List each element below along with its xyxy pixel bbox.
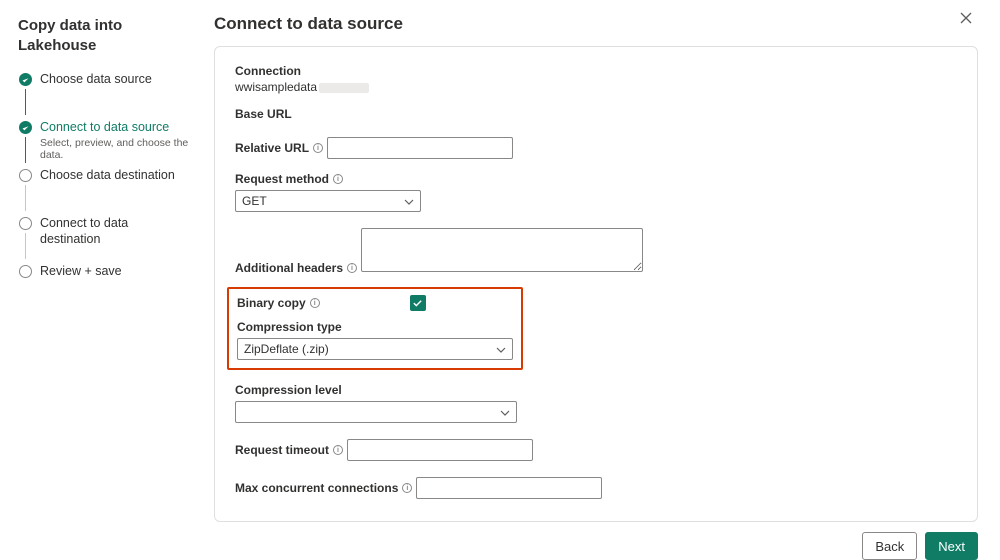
relative-url-field: Relative URL i — [235, 133, 957, 159]
binary-copy-field: Binary copy i — [237, 295, 513, 311]
step-review-save[interactable]: Review + save — [18, 263, 190, 307]
step-choose-data-destination[interactable]: Choose data destination — [18, 167, 190, 211]
circle-icon — [19, 169, 32, 182]
binary-copy-label: Binary copy i — [237, 296, 320, 310]
info-icon[interactable]: i — [310, 298, 320, 308]
request-timeout-input[interactable] — [347, 439, 533, 461]
request-timeout-label: Request timeout i — [235, 443, 343, 457]
relative-url-input[interactable] — [327, 137, 513, 159]
connection-field: Connection wwisampledata — [235, 63, 957, 94]
max-concurrent-label: Max concurrent connections i — [235, 481, 412, 495]
chevron-down-icon — [496, 344, 506, 354]
main-pane: Connect to data source Connection wwisam… — [200, 0, 1000, 559]
binary-copy-checkbox[interactable] — [410, 295, 426, 311]
compression-type-select[interactable]: ZipDeflate (.zip) — [237, 338, 513, 360]
compression-level-field: Compression level — [235, 382, 957, 423]
page-title: Connect to data source — [214, 14, 978, 34]
info-icon[interactable]: i — [402, 483, 412, 493]
wizard-sidebar: Copy data into Lakehouse Choose data sou… — [0, 0, 200, 559]
compression-level-label: Compression level — [235, 383, 342, 397]
max-concurrent-field: Max concurrent connections i — [235, 473, 957, 499]
base-url-label: Base URL — [235, 107, 292, 121]
step-label: Choose data source — [40, 71, 190, 87]
masked-text-icon — [319, 83, 369, 93]
base-url-field: Base URL — [235, 106, 957, 121]
request-method-value: GET — [242, 194, 267, 208]
additional-headers-input[interactable] — [361, 228, 643, 272]
step-connect-to-data-source[interactable]: Connect to data source Select, preview, … — [18, 119, 190, 163]
info-icon[interactable]: i — [313, 143, 323, 153]
step-desc: Select, preview, and choose the data. — [40, 137, 190, 161]
connection-value: wwisampledata — [235, 80, 957, 94]
wizard-footer: Back Next — [214, 522, 978, 560]
wizard-title: Copy data into Lakehouse — [18, 16, 190, 57]
additional-headers-field: Additional headers i — [235, 224, 957, 275]
chevron-down-icon — [404, 196, 414, 206]
circle-icon — [19, 265, 32, 278]
request-timeout-field: Request timeout i — [235, 435, 957, 461]
connection-label: Connection — [235, 64, 301, 78]
info-icon[interactable]: i — [333, 445, 343, 455]
highlight-annotation: Binary copy i Compression type ZipDeflat… — [227, 287, 523, 370]
relative-url-label: Relative URL i — [235, 141, 323, 155]
checkmark-icon — [19, 73, 32, 86]
next-button[interactable]: Next — [925, 532, 978, 560]
request-method-select[interactable]: GET — [235, 190, 421, 212]
checkmark-icon — [19, 121, 32, 134]
compression-type-value: ZipDeflate (.zip) — [244, 342, 329, 356]
close-icon[interactable] — [958, 10, 974, 26]
compression-level-select[interactable] — [235, 401, 517, 423]
step-list: Choose data source Connect to data sourc… — [18, 71, 190, 307]
step-choose-data-source[interactable]: Choose data source — [18, 71, 190, 115]
compression-type-label: Compression type — [237, 320, 342, 334]
info-icon[interactable]: i — [333, 174, 343, 184]
step-label: Connect to data source — [40, 119, 190, 135]
info-icon[interactable]: i — [347, 263, 357, 273]
circle-icon — [19, 217, 32, 230]
compression-type-field: Compression type ZipDeflate (.zip) — [237, 319, 513, 360]
max-concurrent-input[interactable] — [416, 477, 602, 499]
chevron-down-icon — [500, 407, 510, 417]
step-label: Connect to data destination — [40, 215, 190, 248]
step-label: Review + save — [40, 263, 190, 279]
back-button[interactable]: Back — [862, 532, 917, 560]
form-panel: Connection wwisampledata Base URL Relati… — [214, 46, 978, 522]
additional-headers-label: Additional headers i — [235, 261, 357, 275]
request-method-label: Request method i — [235, 172, 343, 186]
step-label: Choose data destination — [40, 167, 190, 183]
request-method-field: Request method i GET — [235, 171, 957, 212]
step-connect-to-data-destination[interactable]: Connect to data destination — [18, 215, 190, 259]
